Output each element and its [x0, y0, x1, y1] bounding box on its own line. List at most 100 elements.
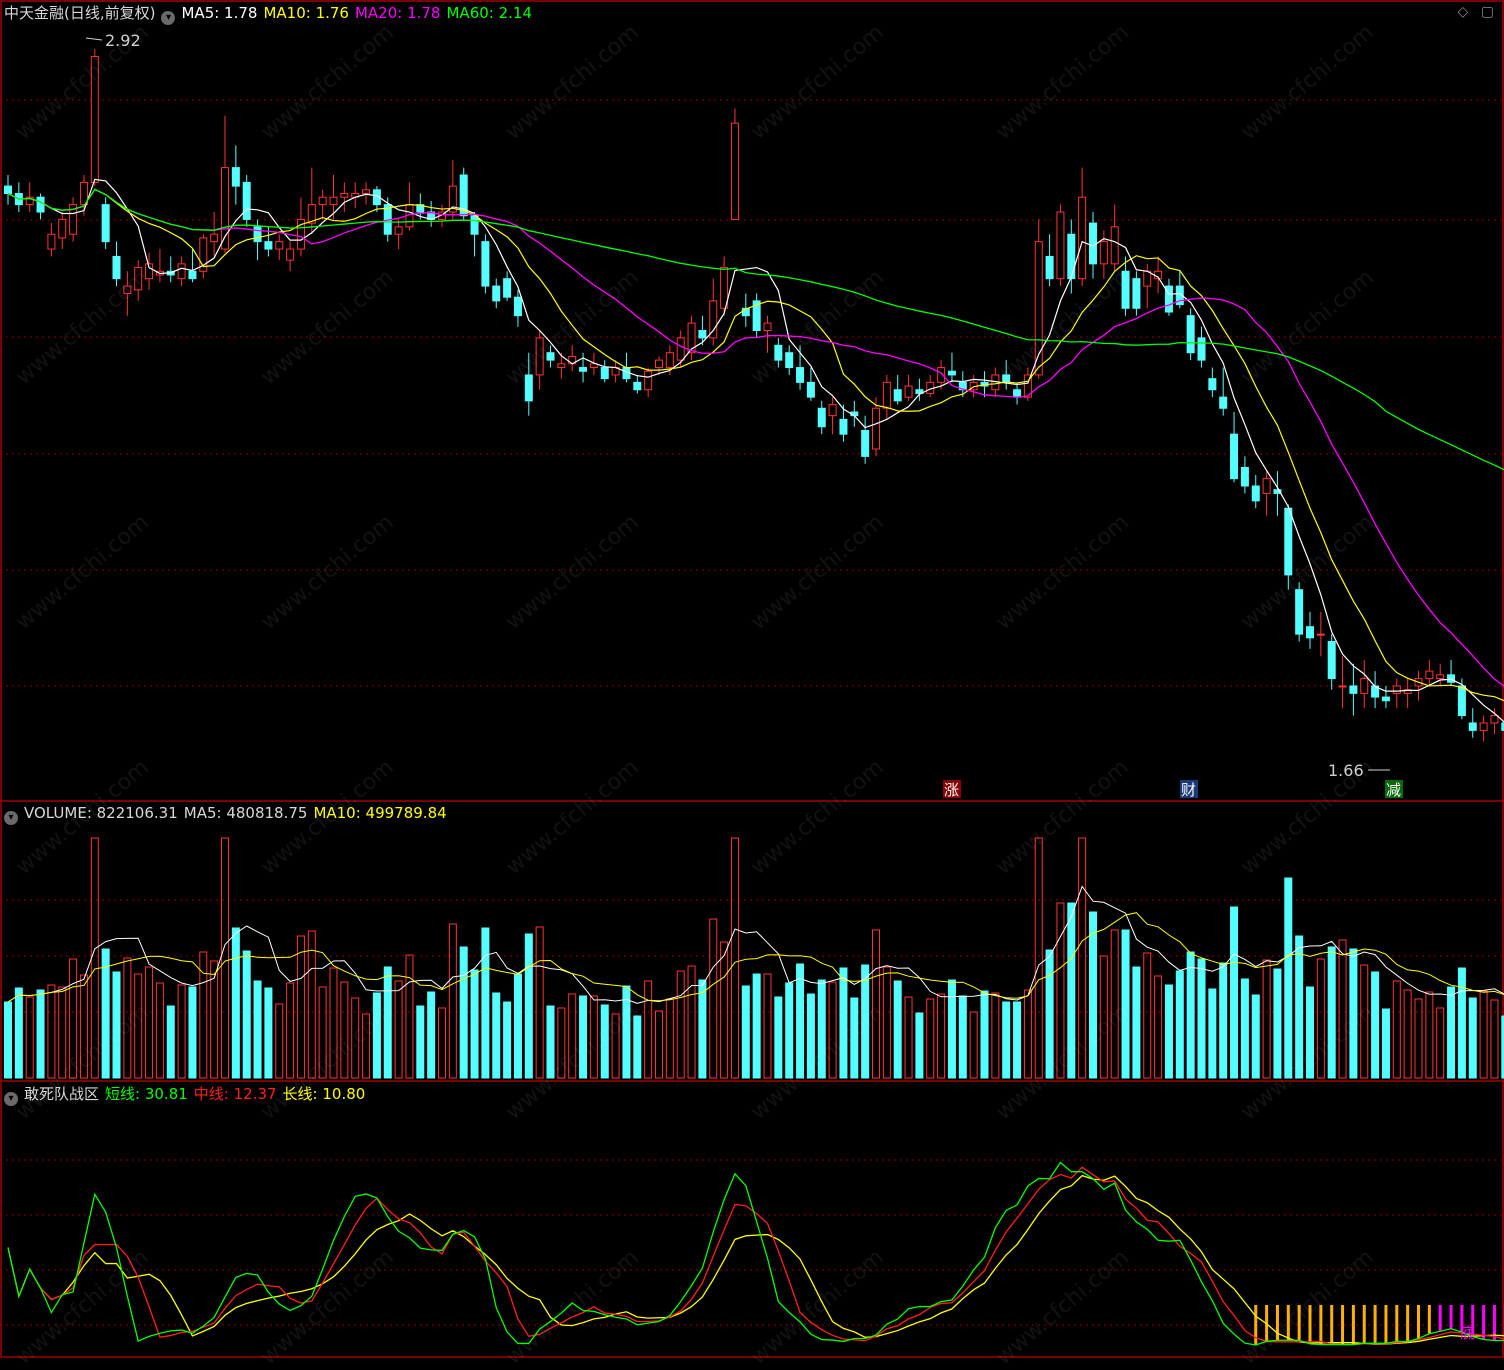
- candle-body: [1251, 485, 1260, 502]
- candle-body: [470, 215, 479, 235]
- volume-bar: [1251, 994, 1260, 1079]
- volume-bar: [633, 1015, 642, 1079]
- diamond-icon[interactable]: ◇: [1458, 4, 1469, 20]
- volume-bar: [676, 970, 685, 1079]
- volume-bar: [383, 966, 392, 1079]
- candle-body: [1143, 270, 1152, 287]
- mid-line: [7, 1166, 1504, 1346]
- volume-bar: [1186, 951, 1195, 1079]
- candle-body: [1121, 270, 1130, 309]
- volume-bar: [655, 1010, 663, 1079]
- candle-body: [774, 344, 783, 361]
- candle-body: [1067, 233, 1076, 280]
- candle-body: [828, 404, 837, 417]
- candle-body: [1089, 222, 1097, 265]
- volume-bar: [611, 1013, 620, 1079]
- candle-body: [1306, 626, 1314, 639]
- maximize-icon[interactable]: ▢: [1481, 4, 1494, 20]
- volume-bar: [340, 981, 349, 1079]
- ma20-label: MA20: 1.78: [354, 4, 441, 22]
- candle-body: [329, 196, 338, 206]
- volume-panel-header: ▾ VOLUME: 822106.31 MA5: 480818.75 MA10: 49…: [4, 802, 453, 825]
- volume-bar: [785, 982, 794, 1079]
- volume-bar: [427, 991, 436, 1079]
- candle-body: [1468, 722, 1477, 731]
- volume-bar: [47, 984, 56, 1079]
- volume-bar: [1262, 959, 1271, 1079]
- window-controls: ◇ ▢: [1458, 4, 1494, 20]
- candle-body: [1013, 389, 1022, 398]
- candle-body: [1230, 433, 1239, 480]
- volume-bar: [817, 979, 826, 1079]
- candle-body: [1349, 685, 1358, 694]
- candle-body: [1208, 378, 1217, 391]
- volume-bar: [1175, 970, 1184, 1079]
- candle-body: [47, 233, 56, 250]
- settings-icon[interactable]: ▾: [161, 11, 176, 25]
- candle-body: [188, 270, 197, 280]
- volume-bar: [1132, 966, 1141, 1079]
- candle-body: [1110, 226, 1119, 265]
- candle-body: [785, 352, 794, 369]
- volume-bar: [882, 966, 891, 1079]
- volume-bar: [264, 987, 273, 1079]
- candle-body: [861, 429, 870, 457]
- candle-body: [882, 381, 891, 409]
- candle-body: [535, 337, 544, 376]
- volume-bar: [1392, 980, 1401, 1079]
- volume-bar: [36, 989, 45, 1079]
- candle-body: [253, 226, 262, 243]
- volume-bar: [69, 958, 78, 1079]
- candle-body: [524, 374, 533, 402]
- candle-body: [134, 267, 143, 291]
- volume-settings-icon[interactable]: ▾: [4, 811, 18, 825]
- candle-body: [1219, 396, 1228, 409]
- volume-bar: [112, 971, 121, 1079]
- candle-body: [546, 352, 555, 361]
- candle-body: [1078, 196, 1087, 280]
- volume-bar: [1284, 877, 1293, 1079]
- volume-bar: [1371, 971, 1380, 1079]
- candle-body: [1262, 478, 1271, 494]
- volume-bar: [1403, 989, 1412, 1079]
- volume-bar: [1349, 948, 1358, 1079]
- stock-title[interactable]: 中天金融(日线,前复权): [4, 4, 155, 22]
- volume-bar: [155, 982, 164, 1079]
- candle-body: [90, 56, 99, 183]
- candle-body: [1197, 337, 1206, 361]
- candle-body: [676, 337, 685, 361]
- volume-bar: [4, 1001, 12, 1079]
- candle-body: [1327, 641, 1336, 680]
- volume-bar: [513, 973, 522, 1079]
- volume-bar: [1479, 990, 1488, 1079]
- volume-bar: [980, 990, 989, 1079]
- volume-bar: [438, 1007, 446, 1079]
- volume-bar: [90, 837, 99, 1079]
- candle-body: [1186, 315, 1195, 354]
- candle-body: [872, 407, 880, 450]
- volume-bar: [145, 966, 154, 1079]
- candle-body: [318, 196, 327, 206]
- candle-body: [112, 255, 121, 280]
- candle-body: [58, 218, 67, 239]
- candle-body: [1316, 633, 1325, 636]
- volume-bar: [535, 926, 544, 1079]
- candle-body: [513, 296, 522, 317]
- volume-bar: [915, 1012, 924, 1079]
- volume-bar: [1121, 929, 1130, 1079]
- candle-body: [362, 189, 371, 195]
- volume-bar: [253, 980, 262, 1079]
- ma10-line: [7, 188, 1504, 702]
- indicator-settings-icon[interactable]: ▾: [4, 1092, 18, 1106]
- candle-body: [264, 241, 273, 250]
- bottom-tag: 底: [1460, 1324, 1475, 1342]
- candle-body: [101, 204, 110, 243]
- volume-bar: [557, 1007, 566, 1079]
- volume-bar: [644, 980, 653, 1079]
- volume-bar: [1078, 837, 1087, 1079]
- volume-bar: [25, 996, 34, 1079]
- volume-bar: [872, 929, 880, 1079]
- volume-bar: [296, 935, 305, 1079]
- volume-bar: [828, 981, 837, 1079]
- indicator-panel-header: ▾ 敢死队战区 短线: 30.81 中线: 12.37 长线: 10.80: [4, 1083, 371, 1106]
